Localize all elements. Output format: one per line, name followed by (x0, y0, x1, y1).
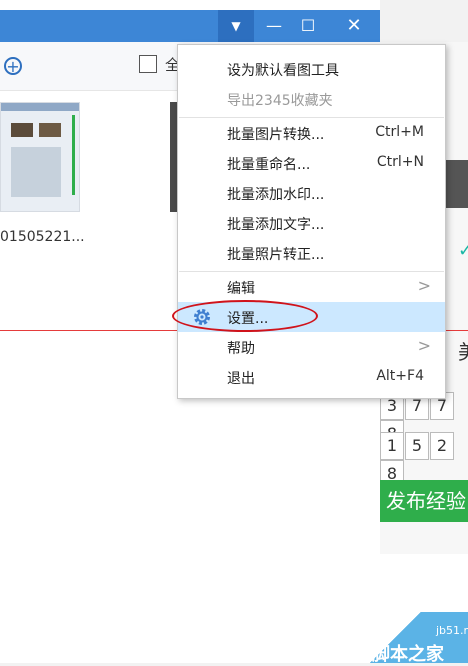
minimize-button[interactable]: — (256, 10, 292, 42)
captcha-cell: 5 (405, 432, 429, 460)
add-icon[interactable]: + (4, 57, 22, 75)
menu-item-label: 退出 (227, 371, 255, 387)
publish-button[interactable]: 发布经验 (380, 480, 468, 522)
webpage-text: 美 (458, 336, 468, 365)
menu-item-label: 编辑 (227, 281, 255, 297)
menu-item-edit[interactable]: 编辑 > (178, 272, 445, 302)
menu-item-batch-convert[interactable]: 批量图片转换... Ctrl+M (178, 118, 445, 148)
title-bar: ▼ — ☐ ✕ (0, 10, 380, 42)
menu-item-label: 帮助 (227, 341, 255, 357)
menu-item-label: 批量添加文字... (227, 217, 325, 233)
menu-item-label: 批量照片转正... (227, 247, 325, 263)
menu-item-help[interactable]: 帮助 > (178, 332, 445, 362)
watermark-url: jb51.net (436, 624, 468, 637)
captcha-row-2: 1 5 28 (380, 432, 468, 488)
menu-item-batch-watermark[interactable]: 批量添加水印... (178, 178, 445, 208)
menu-item-shortcut: Ctrl+M (375, 124, 424, 140)
menu-item-export-favorites: 导出2345收藏夹 (178, 84, 445, 114)
thumbnail-filename: 01505221... (0, 229, 85, 245)
menu-item-label: 批量重命名... (227, 157, 311, 173)
menu-item-exit[interactable]: 退出 Alt+F4 (178, 362, 445, 392)
check-icon: ✓ (458, 240, 468, 261)
captcha-cell: 2 (430, 432, 454, 460)
chevron-right-icon: > (417, 276, 431, 295)
menu-item-batch-rename[interactable]: 批量重命名... Ctrl+N (178, 148, 445, 178)
captcha-cell: 1 (380, 432, 404, 460)
select-all-checkbox[interactable] (139, 55, 157, 73)
close-button[interactable]: ✕ (336, 10, 372, 42)
chevron-right-icon: > (417, 336, 431, 355)
menu-item-set-default[interactable]: 设为默认看图工具 (178, 54, 445, 84)
context-menu: 设为默认看图工具 导出2345收藏夹 批量图片转换... Ctrl+M 批量重命… (177, 44, 446, 399)
menu-item-label: 批量添加水印... (227, 187, 325, 203)
menu-dropdown-button[interactable]: ▼ (218, 10, 254, 42)
menu-item-batch-add-text[interactable]: 批量添加文字... (178, 208, 445, 238)
menu-item-label: 批量图片转换... (227, 127, 325, 143)
image-thumbnail[interactable] (0, 102, 80, 212)
maximize-button[interactable]: ☐ (290, 10, 326, 42)
annotation-ellipse (172, 300, 318, 332)
menu-item-label: 设为默认看图工具 (227, 63, 339, 79)
menu-item-label: 导出2345收藏夹 (227, 93, 333, 109)
menu-item-shortcut: Alt+F4 (376, 368, 424, 384)
watermark-site-name: 脚本之家 (372, 644, 444, 665)
menu-item-shortcut: Ctrl+N (376, 154, 424, 170)
menu-item-batch-rotate[interactable]: 批量照片转正... (178, 238, 445, 268)
